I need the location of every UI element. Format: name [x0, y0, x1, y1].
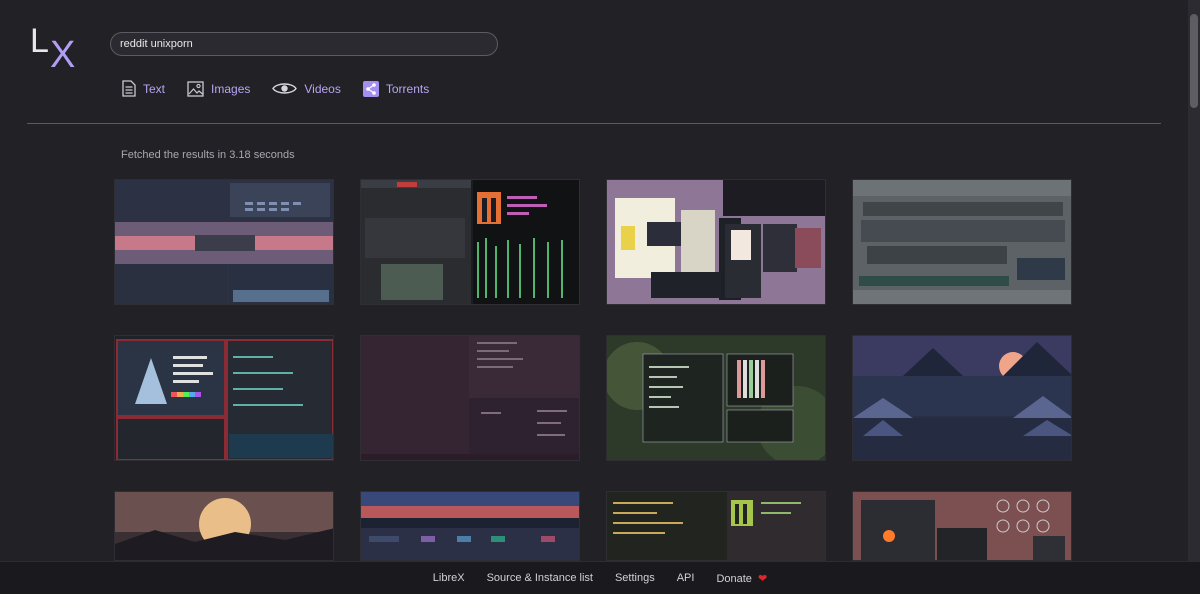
tab-videos-label: Videos [304, 81, 341, 96]
image-result[interactable] [852, 179, 1072, 305]
heart-icon: ❤ [758, 572, 768, 585]
logo-letter-x: X [50, 34, 76, 76]
document-icon [122, 80, 136, 97]
header-divider [27, 123, 1161, 124]
tab-text[interactable]: Text [122, 80, 165, 97]
tab-torrents[interactable]: Torrents [362, 80, 430, 97]
tab-images[interactable]: Images [187, 80, 250, 97]
image-result[interactable] [852, 491, 1072, 561]
image-result[interactable] [360, 179, 580, 305]
footer-link-settings[interactable]: Settings [615, 572, 655, 584]
image-result[interactable] [852, 335, 1072, 461]
footer-link-source[interactable]: Source & Instance list [487, 572, 593, 584]
scrollbar[interactable] [1188, 0, 1200, 562]
tab-videos[interactable]: Videos [272, 80, 341, 97]
tab-torrents-label: Torrents [385, 81, 430, 96]
image-result[interactable] [360, 491, 580, 561]
eye-icon [272, 81, 298, 96]
librex-logo[interactable]: L X [30, 22, 80, 74]
image-result[interactable] [606, 179, 826, 305]
share-icon [362, 80, 379, 97]
tab-text-label: Text [143, 81, 166, 96]
donate-label: Donate [716, 572, 752, 585]
image-result[interactable] [606, 491, 826, 561]
image-result[interactable] [114, 335, 334, 461]
image-icon [187, 80, 204, 97]
tab-images-label: Images [211, 81, 251, 96]
footer: LibreX Source & Instance list Settings A… [0, 561, 1200, 594]
footer-link-api[interactable]: API [677, 572, 695, 584]
fetch-time-text: Fetched the results in 3.18 seconds [121, 149, 295, 161]
image-result[interactable] [360, 335, 580, 461]
scrollbar-thumb[interactable] [1190, 14, 1198, 108]
image-result[interactable] [114, 491, 334, 561]
image-results-grid [114, 179, 1074, 569]
image-result[interactable] [606, 335, 826, 461]
footer-link-donate[interactable]: Donate ❤ [716, 572, 767, 585]
logo-letter-l: L [30, 22, 49, 60]
search-type-tabs: Text Images Videos Torrents [122, 80, 451, 97]
search-input[interactable] [110, 32, 498, 56]
footer-link-librex[interactable]: LibreX [433, 572, 465, 584]
image-result[interactable] [114, 179, 334, 305]
